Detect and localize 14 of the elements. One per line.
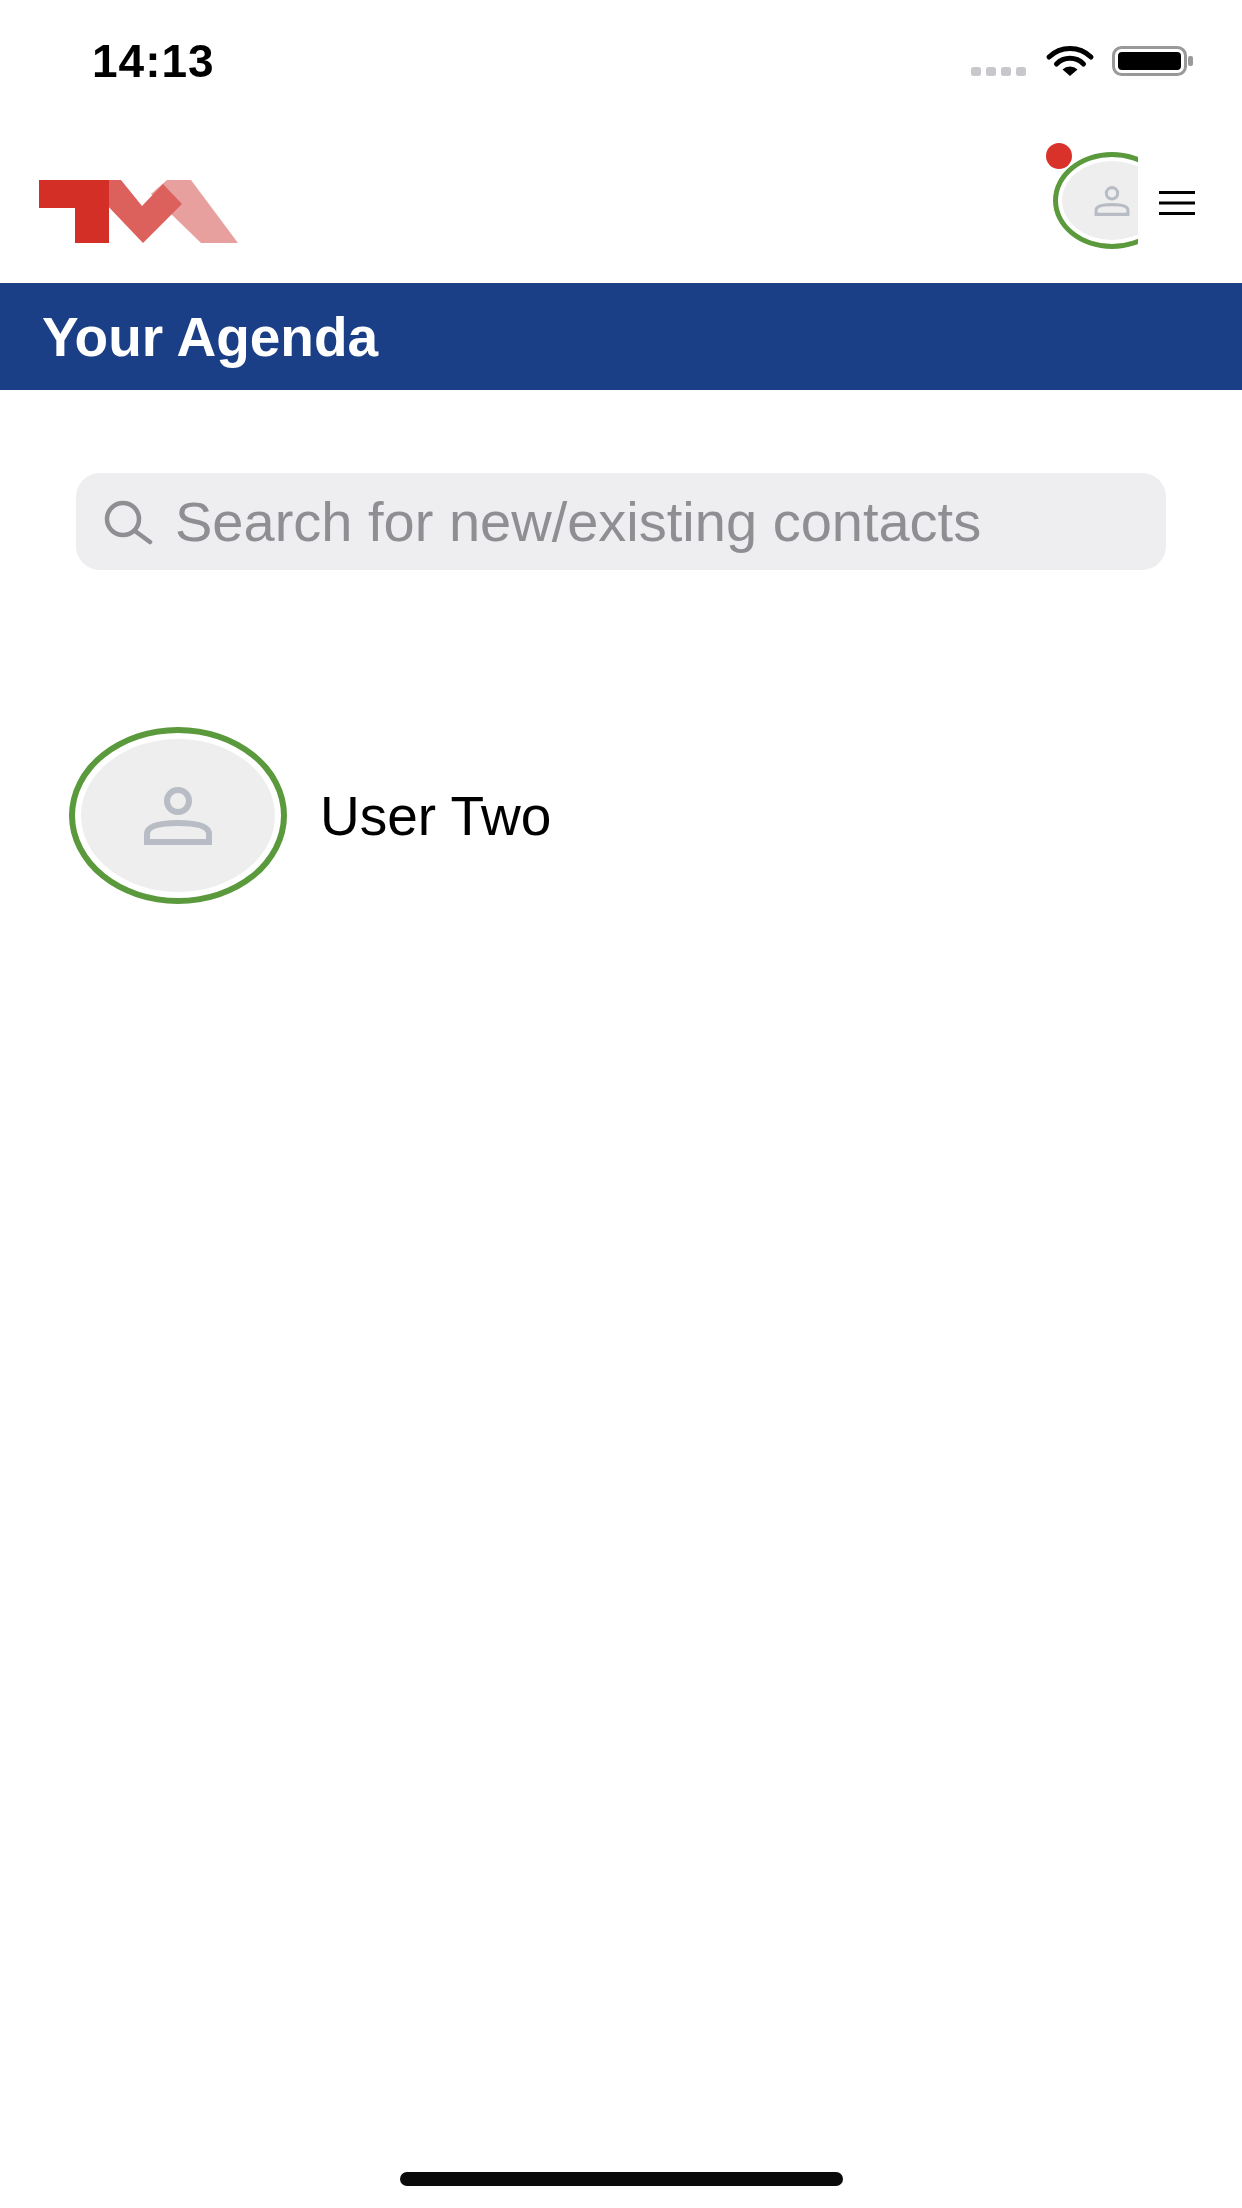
- contact-name[interactable]: User Two: [320, 783, 552, 848]
- battery-icon: [1112, 46, 1194, 76]
- profile-avatar-button[interactable]: [1053, 152, 1138, 249]
- status-time: 14:13: [92, 34, 215, 88]
- search-input[interactable]: Search for new/existing contacts: [175, 485, 1146, 558]
- person-icon: [1093, 185, 1131, 216]
- logo-icon: [39, 180, 239, 244]
- page-title: Your Agenda: [42, 304, 379, 369]
- signal-dots-icon: [971, 66, 1027, 76]
- menu-icon[interactable]: [1159, 191, 1195, 215]
- search-icon: [103, 498, 155, 545]
- search-bar[interactable]: Search for new/existing contacts: [76, 473, 1166, 570]
- person-icon: [141, 786, 215, 845]
- wifi-icon: [1045, 45, 1095, 77]
